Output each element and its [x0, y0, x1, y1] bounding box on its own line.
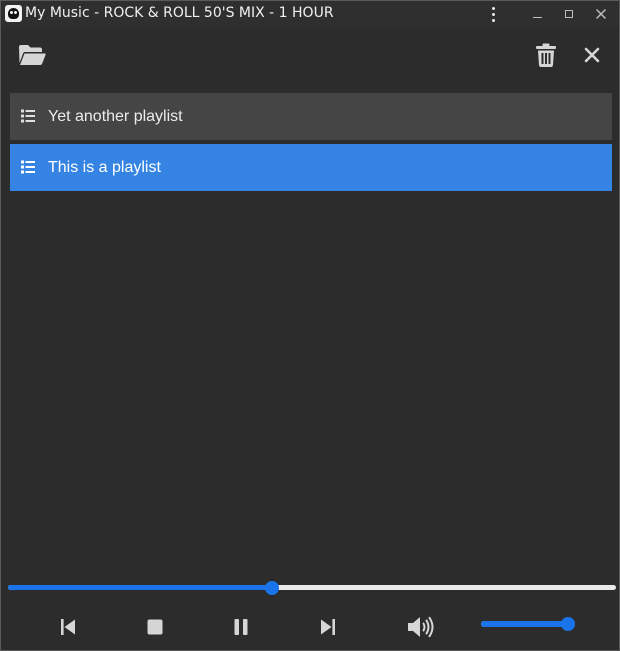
skip-next-icon [321, 619, 335, 635]
window-menu-button[interactable] [482, 4, 504, 24]
previous-track-button[interactable] [54, 613, 82, 641]
folder-open-icon [19, 45, 46, 65]
volume-handle[interactable] [561, 617, 575, 631]
seek-slider[interactable] [8, 581, 616, 595]
minimize-button[interactable] [526, 4, 548, 24]
next-track-button[interactable] [314, 613, 342, 641]
seek-progress [8, 585, 272, 590]
stop-icon [147, 619, 163, 635]
skip-previous-icon [61, 619, 75, 635]
toolbar [1, 27, 619, 85]
list-icon [21, 109, 35, 123]
open-folder-button[interactable] [14, 37, 50, 73]
close-button[interactable] [574, 37, 610, 73]
stop-button[interactable] [141, 613, 169, 641]
window-title: My Music - ROCK & ROLL 50'S MIX - 1 HOUR [25, 5, 334, 21]
playlist-list: Yet another playlist This is a playlist [10, 93, 612, 195]
pause-icon [234, 619, 248, 635]
playlist-item[interactable]: Yet another playlist [10, 93, 612, 140]
volume-level [481, 621, 568, 627]
kebab-menu-icon [491, 5, 495, 23]
skull-icon [5, 5, 22, 22]
maximize-icon [565, 10, 573, 18]
trash-icon [536, 43, 556, 67]
playlist-item-selected[interactable]: This is a playlist [10, 144, 612, 191]
playlist-item-label: This is a playlist [48, 158, 161, 176]
close-icon [596, 9, 606, 19]
list-icon [21, 160, 35, 174]
minimize-icon [532, 16, 542, 19]
close-icon [584, 47, 600, 63]
volume-high-icon [408, 616, 434, 638]
volume-slider[interactable] [481, 617, 575, 631]
seek-handle[interactable] [265, 581, 279, 595]
delete-playlist-button[interactable] [528, 37, 564, 73]
mute-button[interactable] [406, 613, 438, 641]
title-bar: My Music - ROCK & ROLL 50'S MIX - 1 HOUR [1, 1, 619, 27]
pause-button[interactable] [227, 613, 255, 641]
maximize-button[interactable] [558, 4, 580, 24]
playlist-item-label: Yet another playlist [48, 107, 183, 125]
window-close-button[interactable] [590, 4, 612, 24]
music-window: My Music - ROCK & ROLL 50'S MIX - 1 HOUR [0, 0, 620, 651]
